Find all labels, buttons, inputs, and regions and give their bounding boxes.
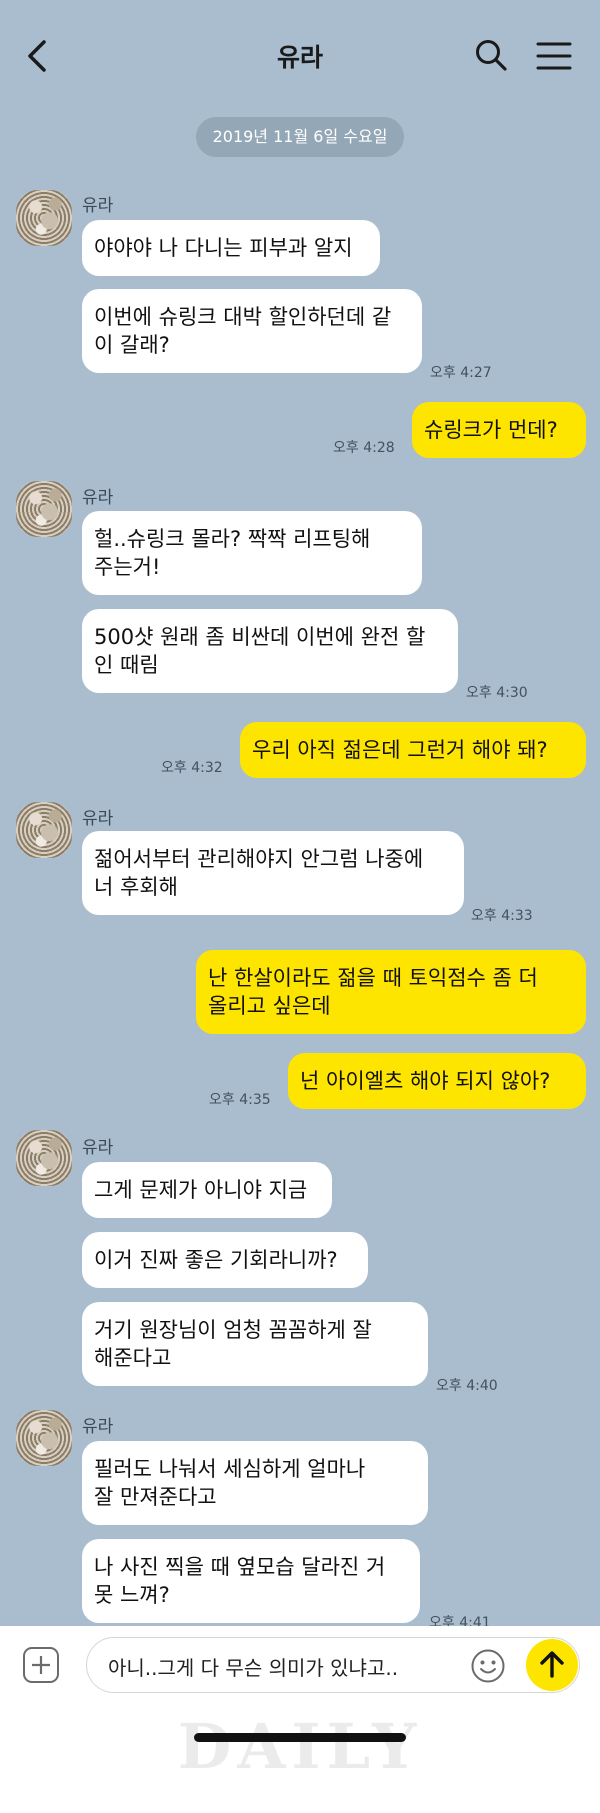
message-bubble-incoming[interactable]: 나 사진 찍을 때 옆모습 달라진 거 못 느껴? <box>82 1539 420 1623</box>
hamburger-menu-icon[interactable] <box>536 40 572 72</box>
chat-title: 유라 <box>276 43 323 72</box>
message-bubble-outgoing[interactable]: 우리 아직 젊은데 그런거 해야 돼? <box>240 722 586 778</box>
sender-name: 유라 <box>82 488 114 508</box>
message-input-value[interactable]: 아니..그게 다 무슨 의미가 있냐고.. <box>108 1652 398 1681</box>
sender-name: 유라 <box>82 1417 114 1437</box>
message-bubble-outgoing[interactable]: 넌 아이엘츠 해야 되지 않아? <box>288 1053 586 1109</box>
message-bubble-incoming[interactable]: 이거 진짜 좋은 기회라니까? <box>82 1232 368 1288</box>
home-indicator <box>194 1733 406 1742</box>
arrow-up-icon <box>540 1651 564 1678</box>
avatar[interactable] <box>16 1130 72 1186</box>
date-divider: 2019년 11월 6일 수요일 <box>196 117 404 157</box>
sender-name: 유라 <box>82 196 114 216</box>
plus-icon[interactable] <box>22 1646 60 1684</box>
message-bubble-incoming[interactable]: 야야야 나 다니는 피부과 알지 <box>82 220 380 276</box>
search-icon[interactable] <box>474 38 508 72</box>
avatar[interactable] <box>16 802 72 858</box>
message-bubble-incoming[interactable]: 500샷 원래 좀 비싼데 이번에 완전 할 인 때림 <box>82 609 458 693</box>
message-time: 오후 4:40 <box>436 1378 498 1394</box>
message-bubble-incoming[interactable]: 필러도 나눠서 세심하게 얼마나 잘 만져준다고 <box>82 1441 428 1525</box>
watermark: DAILY <box>177 1710 423 1783</box>
message-time: 오후 4:30 <box>466 685 528 701</box>
message-bubble-incoming[interactable]: 헐..슈링크 몰라? 짝짝 리프팅해 주는거! <box>82 511 422 595</box>
send-button[interactable] <box>526 1639 578 1691</box>
message-time: 오후 4:27 <box>430 365 492 381</box>
message-time: 오후 4:28 <box>333 440 395 456</box>
message-bubble-outgoing[interactable]: 난 한살이라도 젊을 때 토익점수 좀 더 올리고 싶은데 <box>196 950 586 1034</box>
message-time: 오후 4:33 <box>471 908 533 924</box>
message-time: 오후 4:32 <box>161 760 223 776</box>
emoji-icon[interactable] <box>470 1648 506 1684</box>
message-bubble-incoming[interactable]: 젊어서부터 관리해야지 안그럼 나중에 너 후회해 <box>82 831 464 915</box>
avatar[interactable] <box>16 481 72 537</box>
message-bubble-incoming[interactable]: 거기 원장님이 엄청 꼼꼼하게 잘 해준다고 <box>82 1302 428 1386</box>
message-time: 오후 4:35 <box>209 1092 271 1108</box>
message-bubble-incoming[interactable]: 이번에 슈링크 대박 할인하던데 같 이 갈래? <box>82 289 422 373</box>
sender-name: 유라 <box>82 809 114 829</box>
message-bubble-outgoing[interactable]: 슈링크가 먼데? <box>412 402 586 458</box>
chat-header: 유라 <box>0 0 600 112</box>
avatar[interactable] <box>16 1410 72 1466</box>
message-bubble-incoming[interactable]: 그게 문제가 아니야 지금 <box>82 1162 332 1218</box>
avatar[interactable] <box>16 190 72 246</box>
sender-name: 유라 <box>82 1138 114 1158</box>
